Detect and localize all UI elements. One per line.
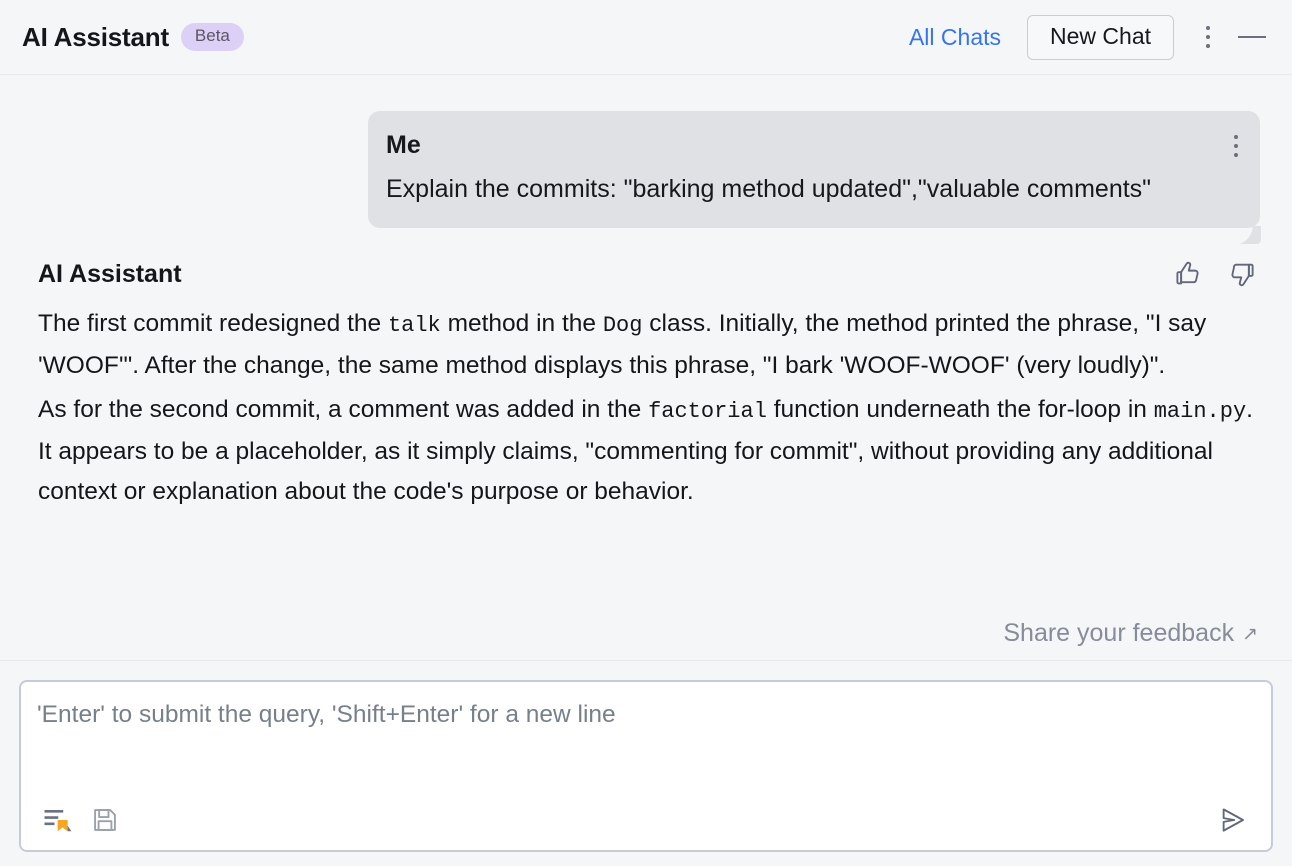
composer-area: 'Enter' to submit the query, 'Shift+Ente… — [0, 661, 1292, 866]
thumbs-up-icon — [1176, 261, 1199, 285]
prompt-input[interactable]: 'Enter' to submit the query, 'Shift+Ente… — [37, 700, 1249, 729]
attach-code-context-icon — [44, 810, 72, 832]
composer-toolbar — [39, 800, 1253, 840]
composer-toolbar-left — [39, 802, 123, 838]
kebab-menu-icon — [1206, 26, 1210, 48]
user-message-bubble: Me Explain the commits: "barking method … — [368, 111, 1260, 228]
assistant-message-header: AI Assistant — [38, 256, 1260, 292]
user-message-row: Me Explain the commits: "barking method … — [0, 75, 1292, 228]
save-icon — [94, 809, 116, 831]
kebab-menu-icon — [1234, 135, 1238, 157]
p2-part2: function underneath the for-loop in — [766, 396, 1154, 423]
p1-code-dog: Dog — [602, 313, 643, 338]
assistant-paragraph-1: The first commit redesigned the talk met… — [38, 304, 1253, 386]
user-message-more-button[interactable] — [1234, 135, 1238, 157]
assistant-message-author: AI Assistant — [38, 259, 182, 288]
minimize-button[interactable] — [1230, 17, 1274, 57]
assistant-feedback-actions — [1170, 256, 1260, 292]
share-feedback-label: Share your feedback — [1003, 619, 1235, 647]
assistant-paragraph-2: As for the second commit, a comment was … — [38, 390, 1253, 512]
external-link-arrow-icon: ↗ — [1242, 624, 1258, 645]
p1-code-talk: talk — [387, 313, 441, 338]
send-icon — [1222, 808, 1244, 832]
header-more-button[interactable] — [1188, 17, 1228, 57]
assistant-message-block: AI Assistant The first commit redesigned… — [0, 228, 1292, 512]
header-actions: All Chats New Chat — [909, 14, 1274, 60]
share-feedback-link[interactable]: Share your feedback ↗ — [1003, 619, 1258, 648]
thumbs-down-icon — [1231, 263, 1254, 287]
conversation-panel: Me Explain the commits: "barking method … — [0, 75, 1292, 661]
user-message-header: Me — [386, 133, 1238, 158]
p1-part2: method in the — [440, 310, 603, 337]
beta-badge: Beta — [180, 23, 244, 51]
thumbs-up-button[interactable] — [1170, 256, 1206, 292]
thumbs-down-button[interactable] — [1224, 256, 1260, 292]
save-button[interactable] — [87, 802, 123, 838]
p2-part1: As for the second commit, a comment was … — [38, 396, 649, 423]
user-message-author: Me — [386, 131, 421, 159]
new-chat-button[interactable]: New Chat — [1027, 14, 1174, 60]
p2-code-factorial: factorial — [648, 399, 767, 424]
all-chats-link[interactable]: All Chats — [909, 24, 1001, 51]
app-header: AI Assistant Beta All Chats New Chat — [0, 0, 1292, 75]
assistant-message-body: The first commit redesigned the talk met… — [38, 304, 1253, 512]
send-button[interactable] — [1213, 800, 1253, 840]
attach-code-context-button[interactable] — [39, 802, 75, 838]
user-message-text: Explain the commits: "barking method upd… — [386, 175, 1152, 203]
page-title: AI Assistant — [22, 21, 169, 52]
p2-code-mainpy: main.py — [1153, 399, 1247, 424]
minimize-icon — [1238, 36, 1266, 38]
p1-part1: The first commit redesigned the — [38, 310, 388, 337]
composer-box[interactable]: 'Enter' to submit the query, 'Shift+Ente… — [19, 680, 1273, 852]
